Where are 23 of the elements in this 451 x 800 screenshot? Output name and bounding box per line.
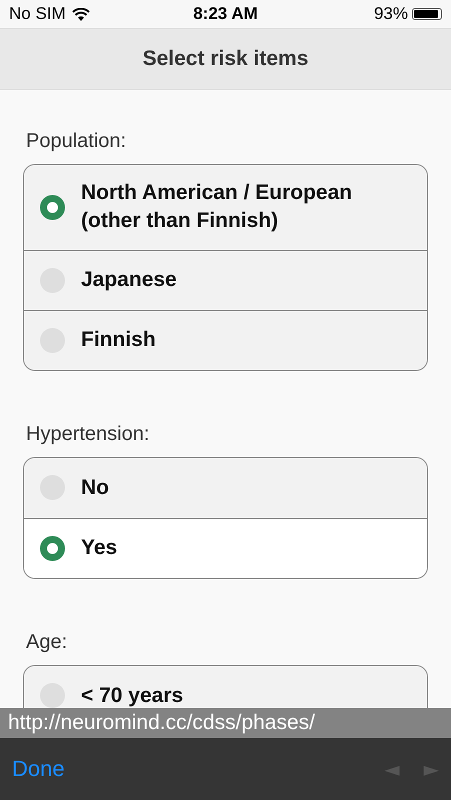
battery-percent: 93% [374, 4, 408, 24]
radio-icon [40, 683, 65, 708]
option-label: Yes [81, 535, 118, 562]
done-button[interactable]: Done [12, 756, 65, 782]
url-text: http://neuromind.cc/cdss/phases/ [8, 711, 315, 735]
radio-option[interactable]: Finnish [24, 310, 427, 370]
radio-icon [40, 536, 65, 561]
section-label: Population: [25, 130, 128, 153]
option-label: Japanese [81, 267, 177, 294]
option-label: < 70 years [81, 682, 184, 708]
radio-option[interactable]: Yes [24, 518, 427, 578]
carrier-label: No SIM [9, 4, 66, 24]
section-label: Age: [25, 630, 68, 654]
wifi-icon [72, 8, 90, 20]
battery-icon [412, 8, 442, 20]
radio-option[interactable]: < 70 years [24, 666, 427, 708]
radio-icon [40, 194, 65, 220]
option-label: North American / European (other than Finnish) [81, 180, 352, 234]
section-label: Hypertension: [25, 422, 150, 446]
page-title: Select risk items [142, 47, 308, 71]
option-label: No [81, 474, 109, 501]
clock-label: 8:23 AM [193, 4, 258, 24]
option-label: Finnish [81, 327, 156, 354]
